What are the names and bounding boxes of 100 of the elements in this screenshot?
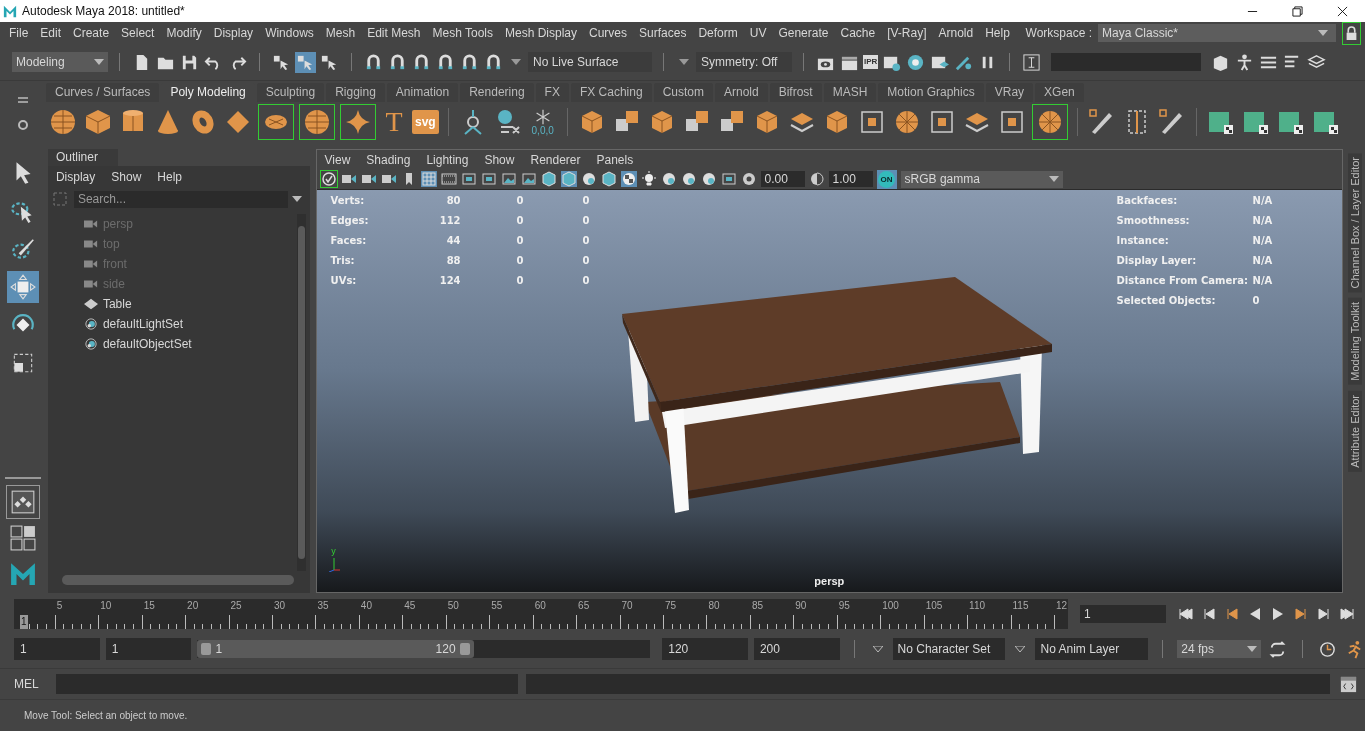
menu-item[interactable]: Help <box>979 26 1016 40</box>
playback-start-field[interactable]: 1 <box>105 638 192 660</box>
shelf-tab[interactable]: Arnold <box>714 83 768 102</box>
menu-item[interactable]: [V-Ray] <box>881 26 933 40</box>
menu-item[interactable]: Shading <box>366 152 411 167</box>
light-icon[interactable] <box>640 171 657 187</box>
menu-item[interactable]: Edit Mesh <box>361 26 427 40</box>
square-icon[interactable] <box>480 171 497 187</box>
snowflake-icon[interactable] <box>534 108 551 125</box>
range-slider[interactable]: 1 120 <box>197 640 474 658</box>
platonic-icon[interactable] <box>302 107 332 137</box>
menu-item[interactable]: Select <box>115 26 161 40</box>
menu-item[interactable]: Edit <box>34 26 68 40</box>
playback-end-field[interactable]: 120 <box>662 638 748 660</box>
time-slider[interactable]: 1 5 10 15 20 25 30 35 40 45 50 55 60 65 70 75 80 85 90 95 100 105 110 115 12 <box>14 599 1068 629</box>
menu-item[interactable]: Curves <box>583 26 634 40</box>
command-language-label[interactable]: MEL <box>14 677 48 691</box>
menu-item[interactable]: Generate <box>772 26 835 40</box>
menu-item[interactable]: Mesh Display <box>499 26 584 40</box>
menu-item[interactable]: Display <box>55 170 96 184</box>
color-management-button[interactable]: ON <box>876 169 897 189</box>
lock-icon[interactable] <box>1342 21 1361 45</box>
star-icon[interactable] <box>343 107 373 137</box>
sphere-icon[interactable] <box>680 171 697 187</box>
start-time-field[interactable]: 1 <box>14 638 100 660</box>
menu-item[interactable]: Deform <box>692 26 744 40</box>
menu-item[interactable]: Create <box>67 26 116 40</box>
cube-icon[interactable] <box>83 107 113 137</box>
fps-dropdown[interactable]: 24 fps <box>1177 640 1261 658</box>
shelf-tab[interactable]: FX <box>535 83 569 102</box>
skip-start-icon[interactable] <box>1178 606 1194 622</box>
outliner-tab[interactable]: Outliner <box>47 149 118 166</box>
shelf-tab[interactable]: VRay <box>985 83 1034 102</box>
menu-item[interactable]: View <box>324 152 351 167</box>
menu-item[interactable]: Panels <box>596 152 634 167</box>
side-tab[interactable]: Channel Box / Layer Editor <box>1348 153 1362 293</box>
text-tool-button[interactable]: T <box>381 107 407 137</box>
input-field[interactable] <box>1051 53 1202 71</box>
step-forward-key-icon[interactable] <box>1293 606 1309 622</box>
caret-icon[interactable] <box>1015 646 1026 652</box>
close-icon[interactable] <box>1337 5 1348 17</box>
side-tab[interactable]: Modeling Toolkit <box>1348 298 1362 386</box>
symmetry-field[interactable]: Symmetry: Off <box>696 52 792 72</box>
layout-grid-icon[interactable] <box>9 525 36 551</box>
vertical-scrollbar[interactable] <box>296 214 306 571</box>
view-transform-dropdown[interactable]: sRGB gamma <box>900 170 1063 188</box>
shelf-tab[interactable]: MASH <box>823 83 877 102</box>
cube-icon[interactable] <box>540 171 557 187</box>
sphere-icon[interactable] <box>700 171 717 187</box>
shelf-tab[interactable]: Animation <box>386 83 459 102</box>
menu-item[interactable]: Lighting <box>426 152 469 167</box>
shelf-tab[interactable]: Rigging <box>326 83 385 102</box>
horizontal-scrollbar[interactable] <box>61 575 294 585</box>
menu-item[interactable]: File <box>3 26 35 40</box>
sphere-icon[interactable] <box>48 107 78 137</box>
live-surface-field[interactable]: No Live Surface <box>528 52 652 72</box>
shelf-tab[interactable]: Motion Graphics <box>878 83 984 102</box>
gamma-icon[interactable] <box>808 171 825 187</box>
menu-item[interactable]: Display <box>207 26 260 40</box>
end-time-field[interactable]: 200 <box>753 638 840 660</box>
current-frame-marker[interactable]: 1 <box>20 615 28 629</box>
menu-set-dropdown[interactable]: Modeling <box>12 52 108 72</box>
cube-icon[interactable] <box>560 171 577 187</box>
workspace-dropdown[interactable]: Maya Classic* <box>1098 24 1336 42</box>
outliner-item[interactable]: Table <box>83 294 297 314</box>
move-icon[interactable] <box>6 271 39 303</box>
skip-end-icon[interactable] <box>1339 606 1355 622</box>
menu-item[interactable]: Modify <box>160 26 208 40</box>
sphere-icon[interactable] <box>580 171 597 187</box>
current-frame-field[interactable]: 1 <box>1080 605 1166 623</box>
exposure-field[interactable]: 0.00 <box>760 171 805 187</box>
search-field[interactable]: Search... <box>73 190 288 208</box>
outliner-item[interactable]: defaultObjectSet <box>83 334 297 354</box>
menu-item[interactable]: Help <box>157 170 182 184</box>
menu-item[interactable]: Renderer <box>530 152 581 167</box>
restore-icon[interactable] <box>1292 5 1303 17</box>
shelf-tab[interactable]: Rendering <box>460 83 534 102</box>
film-icon[interactable] <box>440 171 457 187</box>
ipr-render-button[interactable]: IPR <box>863 55 879 69</box>
side-tab[interactable]: Attribute Editor <box>1348 391 1362 472</box>
exposure-icon[interactable] <box>740 171 757 187</box>
shelf-tab[interactable]: Curves / Surfaces <box>46 83 160 102</box>
checker-icon[interactable] <box>620 171 637 187</box>
text-cursor-icon[interactable] <box>1021 51 1043 73</box>
menu-item[interactable]: Arnold <box>932 26 980 40</box>
caret-icon[interactable] <box>291 196 302 202</box>
outliner-item[interactable]: defaultLightSet <box>83 314 297 334</box>
square-icon[interactable] <box>720 171 737 187</box>
menu-item[interactable]: Cache <box>834 26 882 40</box>
anim-layer-field[interactable]: No Anim Layer <box>1035 638 1149 660</box>
sphere-icon[interactable] <box>660 171 677 187</box>
menu-item[interactable]: Show <box>484 152 515 167</box>
shelf-tab[interactable]: Bifrost <box>769 83 822 102</box>
shelf-tab[interactable]: XGen <box>1035 83 1084 102</box>
caret-icon[interactable] <box>511 59 521 65</box>
shelf-tab[interactable]: Sculpting <box>256 83 325 102</box>
cube-icon[interactable] <box>600 171 617 187</box>
image-icon[interactable] <box>520 171 537 187</box>
select-object-icon[interactable] <box>295 51 316 73</box>
menu-item[interactable]: Mesh Tools <box>426 26 499 40</box>
